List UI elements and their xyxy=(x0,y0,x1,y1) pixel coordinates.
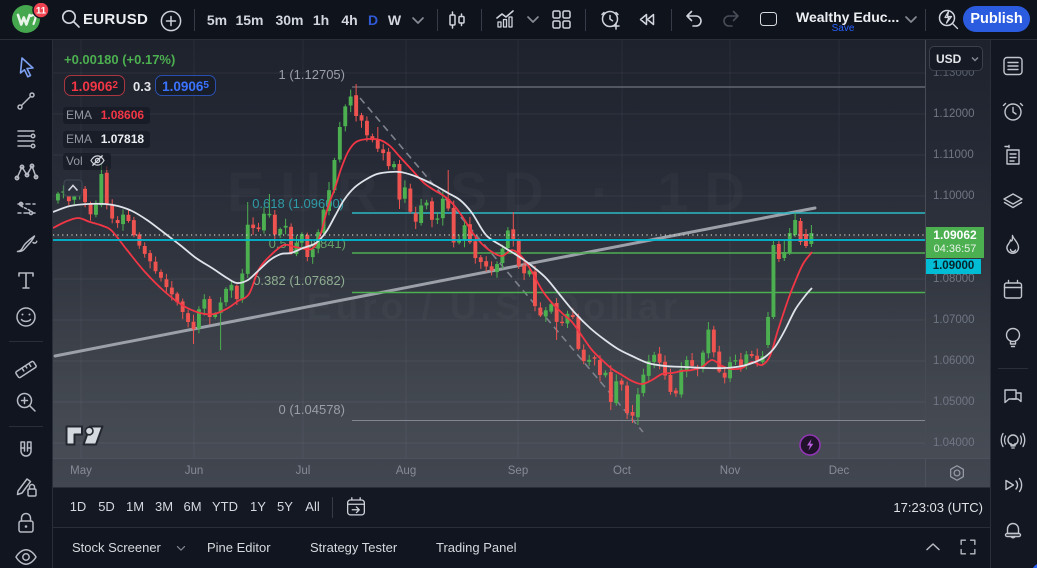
svg-text:11: 11 xyxy=(36,5,47,16)
svg-text:0.382 (1.07682): 0.382 (1.07682) xyxy=(253,273,345,288)
svg-text:0 (1.04578): 0 (1.04578) xyxy=(279,402,346,417)
svg-text:1 (1.12705): 1 (1.12705) xyxy=(279,67,346,82)
